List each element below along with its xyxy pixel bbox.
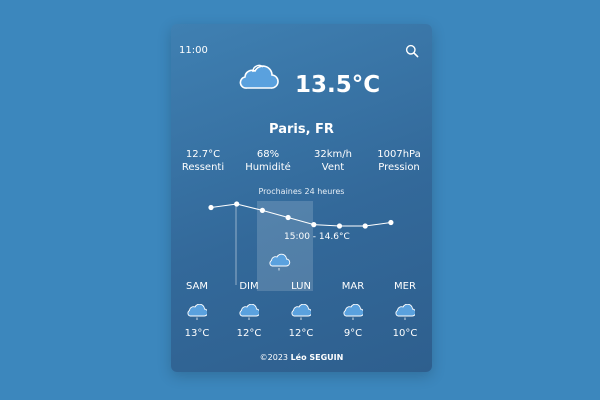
tooltip-panel bbox=[257, 201, 313, 291]
data-point[interactable] bbox=[234, 201, 240, 207]
current-temperature: 13.5°C bbox=[295, 72, 381, 98]
weather-card: 11:00 13.5°C Paris, FR 12.7°C Ressenti 6… bbox=[171, 24, 432, 372]
data-point[interactable] bbox=[362, 223, 368, 229]
stat-value: 32km/h bbox=[314, 149, 352, 160]
rain-cloud-icon bbox=[187, 304, 207, 320]
footer: ©2023 Léo SEGUIN bbox=[171, 353, 432, 362]
current-time: 11:00 bbox=[179, 45, 208, 56]
day-name: DIM bbox=[239, 281, 259, 292]
tooltip-text: 15:00 - 14.6°C bbox=[284, 232, 350, 242]
data-point[interactable] bbox=[208, 204, 214, 211]
stat-wind: 32km/h Vent bbox=[303, 148, 363, 174]
day-name: SAM bbox=[185, 281, 208, 292]
forecast-day: SAM 13°C bbox=[177, 281, 217, 339]
data-point[interactable] bbox=[388, 219, 394, 226]
stat-label: Humidité bbox=[245, 162, 291, 173]
stat-label: Vent bbox=[321, 162, 345, 173]
city-name: Paris, FR bbox=[269, 122, 334, 137]
hourly-title: Prochaines 24 heures bbox=[258, 187, 345, 196]
rain-cloud-icon bbox=[291, 304, 311, 320]
day-temperature: 12°C bbox=[236, 328, 262, 339]
data-point[interactable] bbox=[336, 223, 343, 229]
stat-feels-like: 12.7°C Ressenti bbox=[173, 148, 233, 174]
day-name: LUN bbox=[291, 281, 311, 292]
stat-value: 1007hPa bbox=[377, 149, 421, 160]
forecast-day: DIM 12°C bbox=[229, 281, 269, 339]
day-temperature: 10°C bbox=[392, 328, 418, 339]
day-name: MER bbox=[394, 281, 416, 292]
rain-cloud-icon bbox=[343, 304, 363, 320]
data-point[interactable] bbox=[311, 222, 317, 228]
stat-value: 12.7°C bbox=[185, 149, 221, 160]
data-point[interactable] bbox=[259, 207, 265, 213]
day-temperature: 9°C bbox=[343, 328, 363, 339]
stat-value: 68% bbox=[256, 149, 280, 160]
forecast-day: MAR 9°C bbox=[333, 281, 373, 339]
hourly-chart[interactable]: 15:00 - 14.6°C bbox=[201, 196, 401, 291]
day-name: MAR bbox=[341, 281, 365, 292]
stat-pressure: 1007hPa Pression bbox=[369, 148, 429, 174]
forecast-day: MER 10°C bbox=[385, 281, 425, 339]
day-temperature: 13°C bbox=[184, 328, 210, 339]
forecast-day: LUN 12°C bbox=[281, 281, 321, 339]
copyright-text: ©2023 bbox=[259, 353, 291, 362]
stat-humidity: 68% Humidité bbox=[238, 148, 298, 174]
rain-cloud-icon bbox=[239, 304, 259, 320]
author-name: Léo SEGUIN bbox=[290, 353, 344, 362]
stat-label: Pression bbox=[378, 162, 420, 173]
rain-cloud-icon bbox=[395, 304, 415, 320]
day-temperature: 12°C bbox=[288, 328, 314, 339]
cloud-icon bbox=[239, 64, 279, 89]
stat-label: Ressenti bbox=[181, 162, 225, 173]
search-icon[interactable] bbox=[405, 44, 419, 58]
data-point[interactable] bbox=[285, 214, 291, 221]
